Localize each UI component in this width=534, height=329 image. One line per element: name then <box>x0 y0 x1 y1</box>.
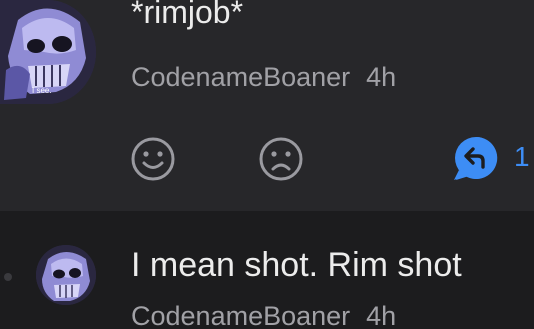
thread-indicator <box>4 273 12 281</box>
smile-icon <box>131 137 175 181</box>
timestamp: 4h <box>366 62 397 92</box>
author-name[interactable]: CodenameBoaner <box>131 62 350 92</box>
reply-text: I mean shot. Rim shot <box>131 246 462 284</box>
reply-icon <box>454 136 498 180</box>
comment-meta: CodenameBoaner 4h <box>131 62 396 93</box>
timestamp: 4h <box>366 301 397 329</box>
frown-icon <box>259 137 303 181</box>
reply-meta: CodenameBoaner 4h <box>131 301 396 329</box>
like-button[interactable] <box>130 136 176 182</box>
reply-button[interactable] <box>452 134 500 182</box>
comment-card: I see. *rimjob* CodenameBoaner 4h 1 <box>0 0 534 211</box>
avatar-caption: I see. <box>32 86 52 95</box>
reply-comment: I mean shot. Rim shot CodenameBoaner 4h <box>0 211 534 329</box>
skull-avatar-icon <box>36 245 96 305</box>
comment-thread: I see. *rimjob* CodenameBoaner 4h 1 I me… <box>0 0 534 329</box>
author-name[interactable]: CodenameBoaner <box>131 301 350 329</box>
dislike-button[interactable] <box>258 136 304 182</box>
avatar[interactable]: I see. <box>0 0 96 104</box>
avatar[interactable] <box>36 245 96 305</box>
reply-count[interactable]: 1 <box>514 141 530 173</box>
comment-text: *rimjob* <box>131 0 244 30</box>
